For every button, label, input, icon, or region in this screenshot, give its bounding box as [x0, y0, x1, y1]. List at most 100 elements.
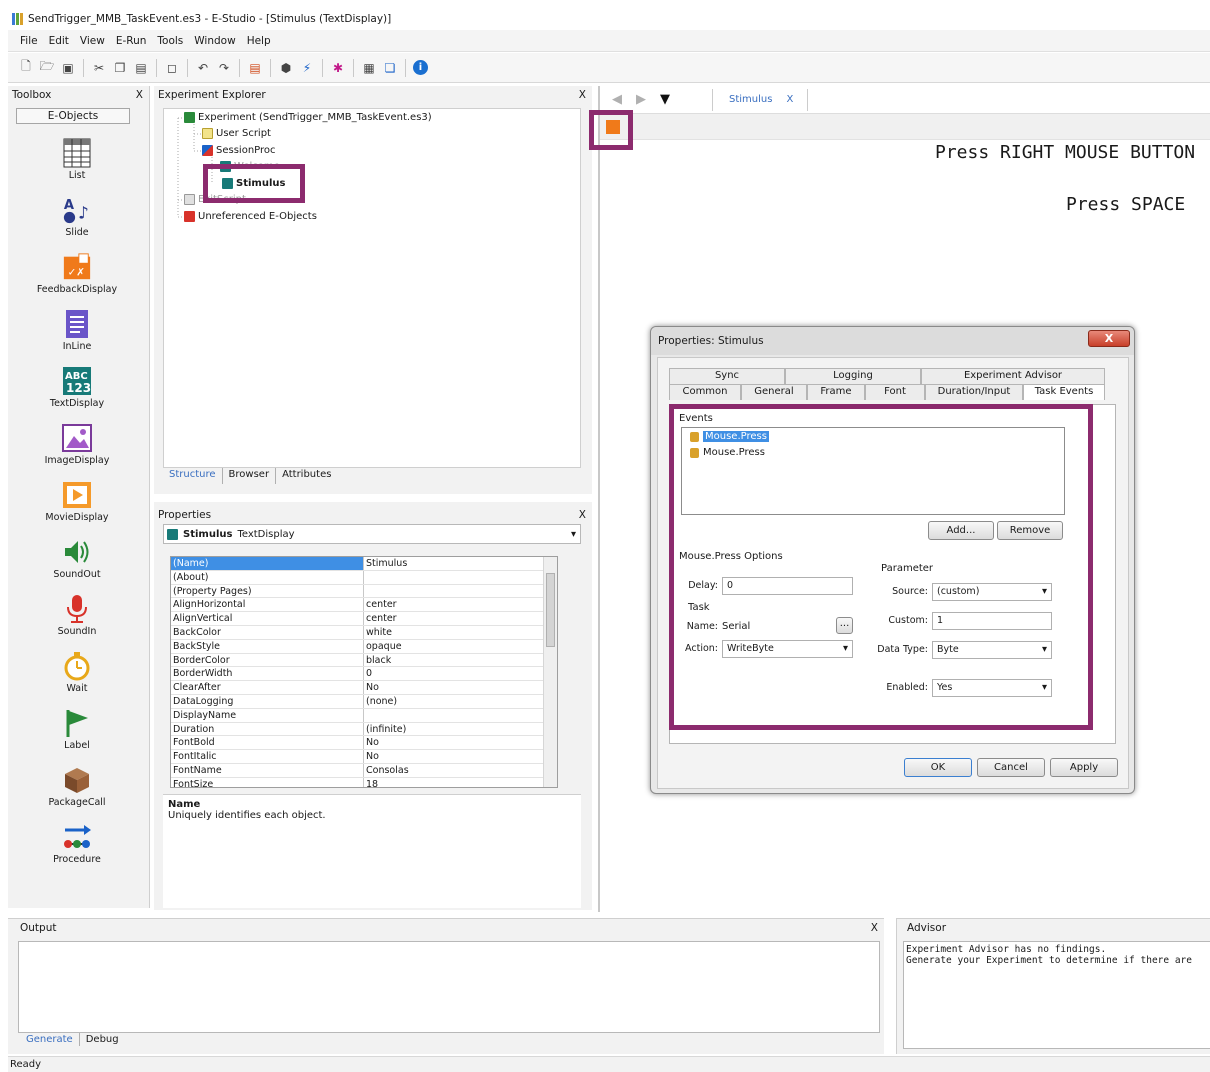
- property-row[interactable]: BorderColor black: [171, 653, 555, 668]
- advisor-title: Advisor: [907, 922, 947, 934]
- generate-icon[interactable]: ▤: [247, 60, 263, 76]
- toolbar: 🗋 🗁 ▣ ✂ ❐ ▤ ◻ ↶ ↷ ▤ ⬢ ⚡ ✱ ▦ ❏ i: [8, 53, 1210, 83]
- info-icon[interactable]: i: [413, 60, 428, 75]
- menu-erun[interactable]: E-Run: [116, 35, 147, 47]
- dropdown-triangle-icon[interactable]: ▼: [660, 92, 670, 107]
- property-row[interactable]: (Property Pages): [171, 584, 555, 599]
- paste-icon[interactable]: ▤: [133, 60, 149, 76]
- toolbox-item-feedbackdisplay[interactable]: ✓✗ FeedbackDisplay: [8, 252, 146, 295]
- forward-arrow-icon[interactable]: ▶: [636, 92, 646, 107]
- tab-generate[interactable]: Generate: [20, 1033, 80, 1046]
- package-icon[interactable]: ⬢: [278, 60, 294, 76]
- open-folder-icon[interactable]: 🗁: [39, 59, 55, 76]
- window-icon[interactable]: ❏: [382, 60, 398, 76]
- scrollbar-thumb[interactable]: [546, 573, 555, 647]
- debug-icon[interactable]: ✱: [330, 60, 346, 76]
- undo-icon[interactable]: ↶: [195, 60, 211, 76]
- apply-button[interactable]: Apply: [1050, 758, 1118, 777]
- property-row[interactable]: FontName Consolas: [171, 764, 555, 778]
- tab-stimulus[interactable]: Stimulus: [729, 94, 772, 105]
- toolbar-divider: [322, 58, 323, 77]
- property-row[interactable]: ClearAfter No: [171, 681, 555, 695]
- tab-frame[interactable]: Frame: [807, 384, 865, 400]
- advisor-line-2: Generate your Experiment to determine if…: [906, 955, 1192, 966]
- property-row[interactable]: BackStyle opaque: [171, 639, 555, 654]
- save-icon[interactable]: ▣: [60, 60, 76, 76]
- property-row[interactable]: DataLogging (none): [171, 695, 555, 709]
- menu-help[interactable]: Help: [247, 35, 271, 47]
- toolbox-item-list[interactable]: List: [8, 138, 146, 181]
- property-row[interactable]: AlignVertical center: [171, 612, 555, 626]
- output-title: Output: [20, 922, 57, 934]
- property-grid-scrollbar[interactable]: [543, 557, 557, 787]
- object-selector[interactable]: Stimulus TextDisplay ▾: [163, 524, 581, 544]
- ok-button[interactable]: OK: [904, 758, 972, 777]
- list-view-icon[interactable]: ▦: [361, 60, 377, 76]
- cancel-button[interactable]: Cancel: [977, 758, 1045, 777]
- tab-browser[interactable]: Browser: [223, 468, 277, 484]
- tab-sync[interactable]: Sync: [669, 368, 785, 384]
- property-row[interactable]: (Name) Stimulus: [171, 557, 555, 571]
- toolbox-item-textdisplay[interactable]: ABC 123 TextDisplay: [8, 366, 146, 409]
- tab-structure[interactable]: Structure: [163, 468, 223, 484]
- copy-icon[interactable]: ❐: [112, 60, 128, 76]
- toolbox-close-button[interactable]: X: [136, 89, 143, 101]
- toolbox-item-wait[interactable]: Wait: [8, 651, 146, 694]
- property-row[interactable]: BorderWidth 0: [171, 667, 555, 682]
- tab-task-events[interactable]: Task Events: [1023, 384, 1105, 400]
- property-row[interactable]: Duration (infinite): [171, 722, 555, 737]
- property-row[interactable]: FontItalic No: [171, 750, 555, 764]
- delete-icon[interactable]: ◻: [164, 60, 180, 76]
- tab-duration-input[interactable]: Duration/Input: [925, 384, 1023, 400]
- tab-general[interactable]: General: [741, 384, 807, 400]
- tab-font[interactable]: Font: [865, 384, 925, 400]
- output-text-area[interactable]: [18, 941, 880, 1033]
- toolbox-item-packagecall[interactable]: PackageCall: [8, 765, 146, 808]
- toolbox-item-label: PackageCall: [48, 797, 106, 808]
- property-row[interactable]: FontSize 18: [171, 777, 555, 787]
- property-row[interactable]: BackColor white: [171, 626, 555, 640]
- dialog-tabs-top: Sync Logging Experiment Advisor: [669, 368, 1105, 384]
- toolbox-item-soundout[interactable]: SoundOut: [8, 537, 146, 580]
- toolbox-item-soundin[interactable]: SoundIn: [8, 594, 146, 637]
- toolbar-divider: [156, 58, 157, 77]
- tab-close-button[interactable]: X: [786, 94, 793, 105]
- new-file-icon[interactable]: 🗋: [18, 59, 34, 76]
- property-row[interactable]: DisplayName: [171, 708, 555, 723]
- toolbar-divider: [187, 58, 188, 77]
- tab-logging[interactable]: Logging: [785, 368, 921, 384]
- property-row[interactable]: AlignHorizontal center: [171, 598, 555, 613]
- menu-file[interactable]: File: [20, 35, 38, 47]
- menu-view[interactable]: View: [80, 35, 105, 47]
- properties-close-button[interactable]: X: [579, 509, 586, 521]
- toolbox-item-inline[interactable]: InLine: [8, 309, 146, 352]
- output-close-button[interactable]: X: [871, 922, 878, 934]
- back-arrow-icon[interactable]: ◀: [612, 92, 622, 107]
- redo-icon[interactable]: ↷: [216, 60, 232, 76]
- eobjects-tab[interactable]: E-Objects: [16, 108, 130, 124]
- toolbox-item-label: TextDisplay: [49, 398, 105, 409]
- toolbox-item-slide[interactable]: A ♪ Slide: [8, 195, 146, 238]
- dialog-close-button[interactable]: X: [1088, 330, 1130, 347]
- menu-tools[interactable]: Tools: [157, 35, 183, 47]
- property-row[interactable]: (About): [171, 570, 555, 585]
- tab-attributes[interactable]: Attributes: [276, 468, 337, 484]
- run-icon[interactable]: ⚡: [299, 60, 315, 76]
- app-icon: [12, 13, 24, 25]
- property-row[interactable]: FontBold No: [171, 736, 555, 751]
- toolbox-item-moviedisplay[interactable]: MovieDisplay: [8, 480, 146, 523]
- advisor-text-area[interactable]: Experiment Advisor has no findings. Gene…: [903, 941, 1210, 1049]
- tab-common[interactable]: Common: [669, 384, 741, 400]
- tab-experiment-advisor[interactable]: Experiment Advisor: [921, 368, 1105, 384]
- toolbox-item-procedure[interactable]: Procedure: [8, 822, 146, 865]
- menu-window[interactable]: Window: [194, 35, 235, 47]
- toolbox-item-label: Label: [64, 740, 90, 751]
- toolbox-item-imagedisplay[interactable]: ImageDisplay: [8, 423, 146, 466]
- output-header: Output X: [8, 919, 884, 937]
- text-display-icon: [167, 528, 178, 540]
- cut-icon[interactable]: ✂: [91, 60, 107, 76]
- toolbox-item-label-object[interactable]: Label: [8, 708, 146, 751]
- menu-edit[interactable]: Edit: [49, 35, 69, 47]
- tab-debug[interactable]: Debug: [80, 1033, 125, 1046]
- explorer-close-button[interactable]: X: [579, 89, 586, 101]
